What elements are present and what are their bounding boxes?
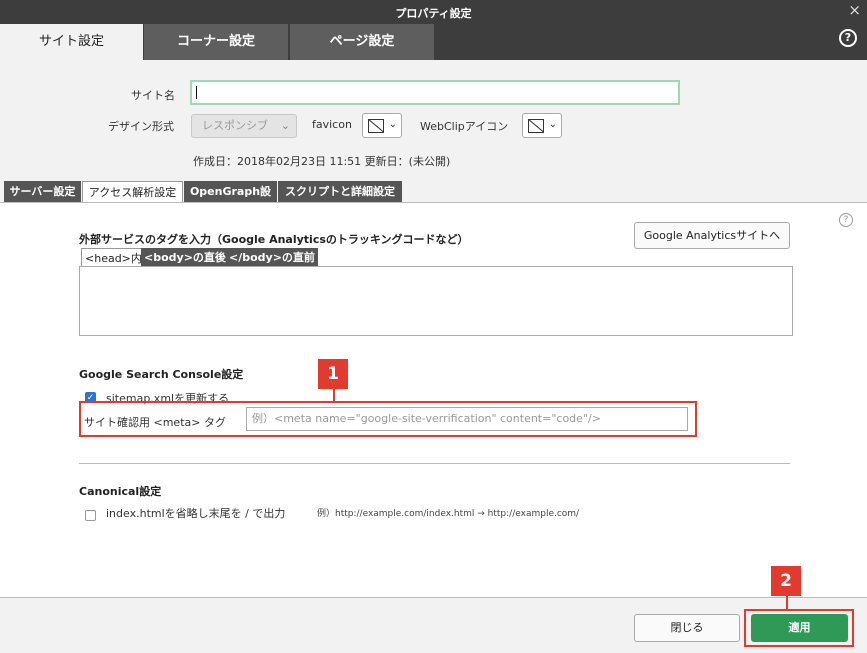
google-analytics-button[interactable]: Google Analyticsサイトへ (634, 222, 790, 249)
close-button[interactable]: 閉じる (634, 614, 740, 642)
marker-line-1 (333, 389, 335, 402)
site-name-label: サイト名 (131, 89, 175, 102)
no-image-icon (528, 119, 544, 133)
marker-line-2 (786, 596, 788, 610)
canonical-option-label: index.htmlを省略し末尾を / で出力 (106, 507, 286, 520)
tag-code-textarea[interactable] (79, 266, 793, 336)
chevron-down-icon: ⌄ (548, 119, 557, 130)
tab-site-settings[interactable]: サイト設定 (0, 24, 143, 60)
section-divider (79, 463, 790, 464)
chevron-down-icon: ⌄ (388, 119, 397, 130)
gsc-heading: Google Search Console設定 (79, 368, 244, 381)
main-tab-bar: サイト設定 コーナー設定 ページ設定 ? (0, 24, 867, 60)
code-tab-body-start[interactable]: <body>の直後 (141, 248, 229, 267)
tab-corner-settings[interactable]: コーナー設定 (144, 24, 288, 60)
canonical-example: 例）http://example.com/index.html → http:/… (317, 509, 580, 519)
highlight-box-2 (744, 609, 854, 647)
highlight-box-1 (79, 401, 697, 437)
site-name-input[interactable] (190, 80, 680, 105)
no-image-icon (368, 119, 384, 133)
dates-info: 作成日：2018年02月23日 11:51 更新日：(未公開) (193, 155, 451, 168)
subtab-opengraph[interactable]: OpenGraph設定 (184, 181, 277, 219)
subtab-divider (0, 202, 867, 203)
design-format-value: レスポンシブ (202, 119, 268, 132)
webclip-select[interactable]: ⌄ (522, 113, 562, 138)
subtab-analytics[interactable]: アクセス解析設定 (82, 181, 183, 203)
subtab-server[interactable]: サーバー設定 (4, 181, 81, 202)
canonical-checkbox[interactable] (85, 510, 96, 521)
step-marker-2: 2 (771, 566, 801, 596)
step-marker-1: 1 (318, 359, 348, 389)
text-caret (196, 86, 197, 99)
code-tab-body-end[interactable]: </body>の直前 (226, 248, 318, 267)
title-bar: プロパティ設定 × (0, 0, 867, 24)
design-format-select: レスポンシブ ⌄ (191, 114, 297, 138)
favicon-label: favicon (312, 118, 352, 131)
help-icon[interactable]: ? (839, 213, 853, 227)
external-tags-heading: 外部サービスのタグを入力（Google Analyticsのトラッキングコードな… (79, 233, 469, 246)
tab-page-settings[interactable]: ページ設定 (290, 24, 434, 60)
canonical-heading: Canonical設定 (79, 485, 162, 498)
webclip-label: WebClipアイコン (420, 120, 509, 133)
design-format-label: デザイン形式 (108, 120, 174, 133)
close-icon[interactable]: × (848, 3, 861, 18)
subtab-script-advanced[interactable]: スクリプトと詳細設定 (278, 181, 402, 202)
code-tab-head[interactable]: <head>内 (81, 248, 146, 267)
favicon-select[interactable]: ⌄ (362, 113, 402, 138)
window-title: プロパティ設定 (395, 7, 472, 20)
help-icon[interactable]: ? (839, 29, 857, 47)
chevron-down-icon: ⌄ (280, 119, 290, 132)
